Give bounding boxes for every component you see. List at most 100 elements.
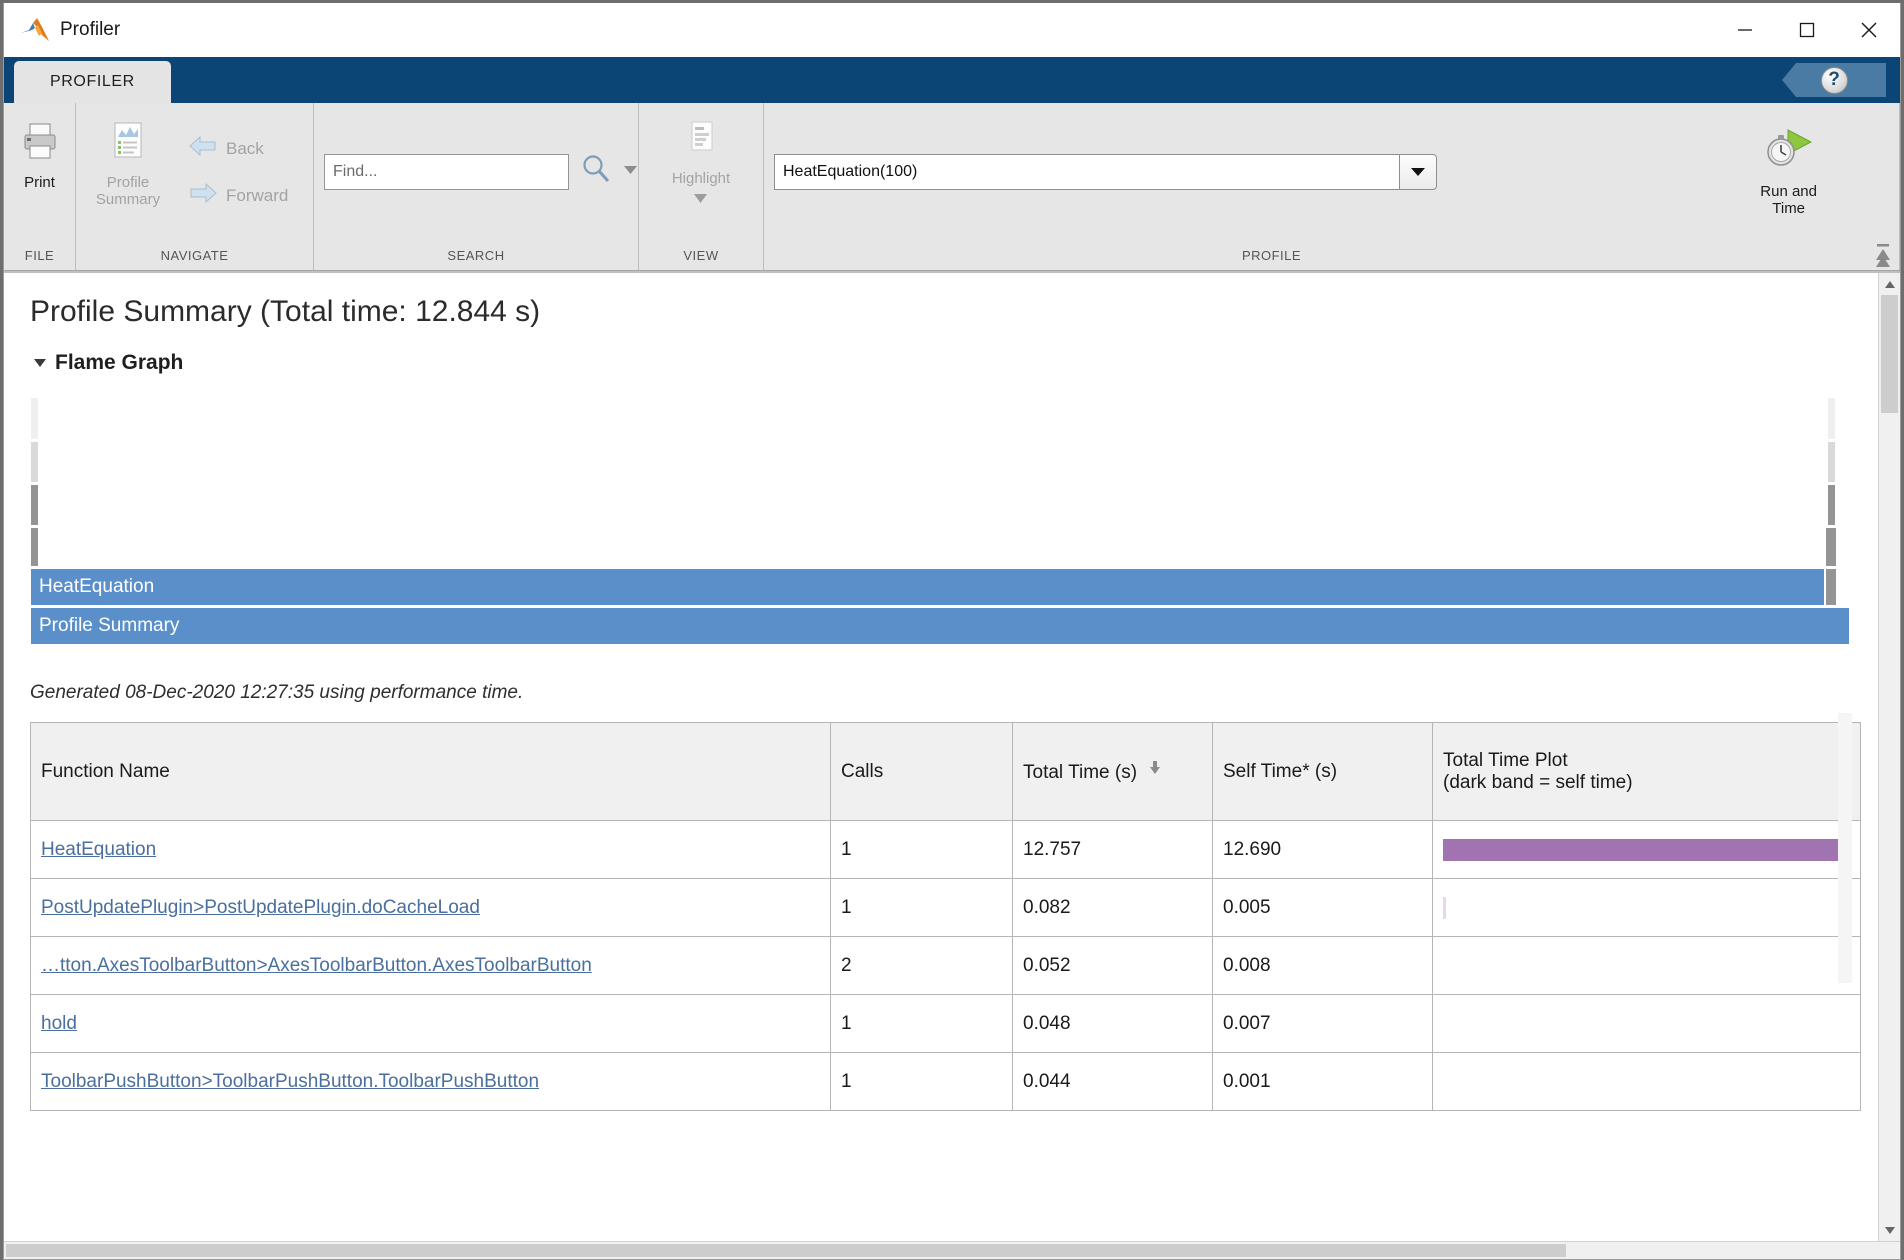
column-header-total-time[interactable]: Total Time (s) (1012, 722, 1213, 821)
tab-profiler[interactable]: PROFILER (14, 61, 171, 103)
flame-bar-level-1[interactable] (30, 441, 39, 483)
flame-bar-heat-equation[interactable]: HeatEquation (30, 568, 1825, 606)
find-controls (314, 152, 639, 191)
navigate-small-buttons: Back Forward (180, 115, 296, 215)
cell-function-name[interactable]: ToolbarPushButton>ToolbarPushButton.Tool… (30, 1052, 831, 1111)
run-and-time-button[interactable]: Run and Time (1748, 122, 1829, 222)
flame-bar-level-3b[interactable] (1825, 527, 1837, 567)
cell-self-time: 0.005 (1212, 878, 1433, 937)
profile-summary-button[interactable]: Profile Summary (76, 115, 180, 213)
cell-self-time: 0.007 (1212, 994, 1433, 1053)
function-link[interactable]: …tton.AxesToolbarButton>AxesToolbarButto… (41, 955, 592, 976)
printer-icon (18, 119, 62, 168)
scroll-thumb[interactable] (1881, 295, 1898, 413)
function-link[interactable]: HeatEquation (41, 839, 156, 860)
back-button-label: Back (226, 138, 264, 158)
ribbon-group-view-body: Highlight (639, 103, 763, 240)
function-link[interactable]: hold (41, 1013, 77, 1034)
ribbon-group-profile-label: PROFILE (1241, 247, 1302, 263)
cell-total-time-plot (1432, 820, 1861, 879)
arrow-up-icon (1884, 280, 1895, 288)
profile-command-dropdown-button[interactable] (1399, 153, 1437, 190)
highlight-button[interactable]: Highlight (660, 115, 742, 213)
function-link[interactable]: ToolbarPushButton>ToolbarPushButton.Tool… (41, 1071, 539, 1092)
table-row[interactable]: hold 1 0.048 0.007 (30, 994, 1861, 1053)
highlight-button-label: Highlight (671, 170, 731, 187)
flame-bar-level-2b[interactable] (1827, 484, 1836, 526)
ribbon-group-profile: Run and Time PROFILE (764, 103, 1900, 270)
column-header-self-time[interactable]: Self Time* (s) (1212, 722, 1433, 821)
ribbon-group-search: SEARCH (314, 103, 639, 270)
column-header-total-time-plot[interactable]: Total Time Plot (dark band = self time) (1432, 722, 1861, 821)
flame-bar-level-0b[interactable] (1827, 397, 1836, 440)
close-button[interactable] (1838, 3, 1900, 57)
help-button[interactable]: ? (1782, 63, 1886, 97)
scroll-track[interactable] (1879, 295, 1900, 1219)
cell-total-time: 0.048 (1012, 994, 1213, 1053)
cell-total-time: 12.757 (1012, 820, 1213, 879)
cell-function-name[interactable]: hold (30, 994, 831, 1053)
flame-graph-section-header[interactable]: Flame Graph (4, 329, 1878, 375)
cell-calls: 1 (830, 1052, 1013, 1111)
run-and-time-button-label: Run and Time (1760, 182, 1817, 217)
flame-bar-level-0[interactable] (30, 397, 39, 440)
cell-calls: 1 (830, 820, 1013, 879)
cell-calls: 1 (830, 878, 1013, 937)
flame-bar-level-1b[interactable] (1827, 441, 1836, 483)
forward-button-label: Forward (226, 185, 289, 205)
content-area: Profile Summary (Total time: 12.844 s) F… (4, 271, 1900, 1241)
column-header-function-name[interactable]: Function Name (30, 722, 831, 821)
run-and-time-wrap: Run and Time (1748, 122, 1899, 222)
ribbon-group-navigate: Profile Summary Back Forward NAVIGATE (76, 103, 314, 270)
sort-descending-icon (1148, 760, 1162, 782)
flame-graph[interactable]: HeatEquation Profile Summary (30, 397, 1860, 672)
highlight-doc-icon (681, 119, 721, 164)
cell-function-name[interactable]: HeatEquation (30, 820, 831, 879)
main-vertical-scrollbar[interactable] (1878, 273, 1900, 1241)
scroll-down-button[interactable] (1879, 1219, 1900, 1241)
help-icon: ? (1820, 66, 1848, 94)
ribbon-group-search-label: SEARCH (447, 247, 505, 263)
cell-total-time-plot (1432, 936, 1861, 995)
maximize-button[interactable] (1776, 3, 1838, 57)
flame-bar-level-2[interactable] (30, 484, 39, 526)
cell-function-name[interactable]: …tton.AxesToolbarButton>AxesToolbarButto… (30, 936, 831, 995)
print-button[interactable]: Print (3, 115, 77, 195)
ribbon-toolbar: Print FILE Profile Summary Back Forward … (4, 103, 1900, 271)
back-button[interactable]: Back (180, 129, 296, 168)
self-time-band (1443, 838, 1844, 861)
magnifier-icon[interactable] (579, 152, 613, 191)
flame-bar-level-3[interactable] (30, 527, 39, 567)
table-row[interactable]: HeatEquation 1 12.757 12.690 (30, 820, 1861, 879)
highlight-chevron-down-icon[interactable] (693, 191, 709, 209)
column-header-calls[interactable]: Calls (830, 722, 1013, 821)
profile-table: Function Name Calls Total Time (s) Self … (30, 722, 1861, 1111)
ribbon-collapse-button[interactable] (1870, 218, 1896, 270)
hscroll-thumb[interactable] (6, 1244, 1566, 1257)
profile-summary-pane: Profile Summary (Total time: 12.844 s) F… (4, 273, 1878, 1241)
cell-self-time: 0.001 (1212, 1052, 1433, 1111)
flame-bar-profile-summary[interactable]: Profile Summary (30, 607, 1850, 645)
flame-graph-inner-scrollbar[interactable] (1838, 713, 1852, 983)
window-title: Profiler (60, 19, 121, 40)
generated-note: Generated 08-Dec-2020 12:27:35 using per… (30, 682, 524, 703)
chevron-down-icon[interactable] (34, 359, 46, 367)
table-row[interactable]: ToolbarPushButton>ToolbarPushButton.Tool… (30, 1052, 1861, 1111)
ribbon-group-search-body (314, 103, 638, 240)
cell-total-time: 0.044 (1012, 1052, 1213, 1111)
minimize-button[interactable] (1714, 3, 1776, 57)
function-link[interactable]: PostUpdatePlugin>PostUpdatePlugin.doCach… (41, 897, 480, 918)
table-row[interactable]: PostUpdatePlugin>PostUpdatePlugin.doCach… (30, 878, 1861, 937)
column-header-total-time-plot-label: Total Time Plot (dark band = self time) (1443, 749, 1633, 793)
ribbon-group-profile-body: Run and Time (764, 103, 1899, 240)
main-horizontal-scrollbar[interactable] (4, 1241, 1900, 1259)
search-input[interactable] (324, 153, 569, 190)
profile-command-input[interactable] (774, 153, 1399, 190)
forward-button[interactable]: Forward (180, 176, 296, 215)
search-options-chevron-down-icon[interactable] (623, 163, 639, 181)
scroll-up-button[interactable] (1879, 273, 1900, 295)
flame-bar-heat-equation-right-sliver[interactable] (1825, 568, 1837, 606)
cell-total-time: 0.082 (1012, 878, 1213, 937)
cell-function-name[interactable]: PostUpdatePlugin>PostUpdatePlugin.doCach… (30, 878, 831, 937)
table-row[interactable]: …tton.AxesToolbarButton>AxesToolbarButto… (30, 936, 1861, 995)
